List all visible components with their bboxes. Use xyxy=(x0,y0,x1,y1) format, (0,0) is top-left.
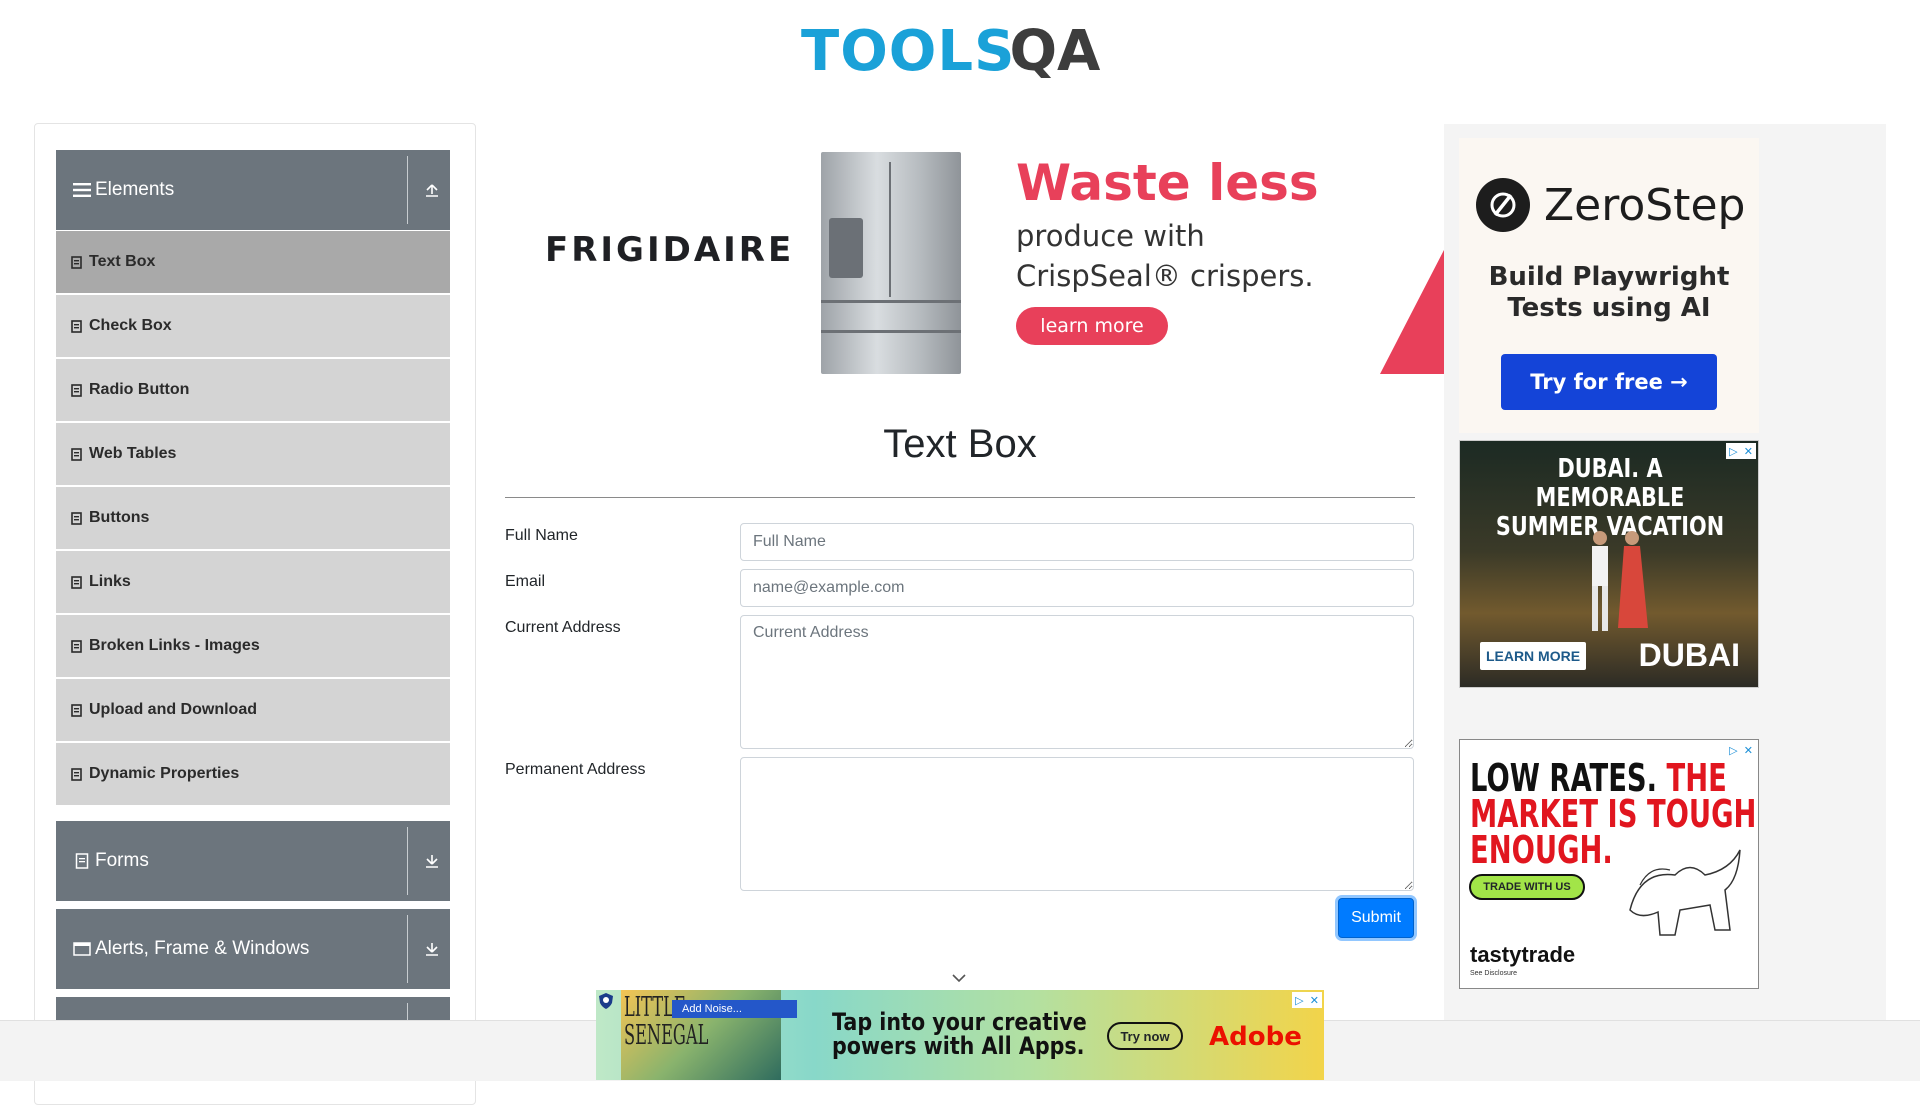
divider xyxy=(407,915,408,983)
menu-item-label: Web Tables xyxy=(89,445,177,462)
dubai-learn-more-button[interactable]: LEARN MORE xyxy=(1480,642,1586,670)
menu-item-buttons[interactable]: Buttons xyxy=(56,487,450,549)
menu-item-label: Buttons xyxy=(89,509,150,526)
list-item-icon xyxy=(71,255,83,269)
trade-with-us-button[interactable]: TRADE WITH US xyxy=(1469,874,1585,900)
logo-text-tools: TOOLS xyxy=(801,19,1016,84)
ad-subtext-line: produce with xyxy=(1016,219,1205,253)
group-label: Forms xyxy=(95,850,149,871)
menu-item-label: Check Box xyxy=(89,317,172,334)
menu-item-web-tables[interactable]: Web Tables xyxy=(56,423,450,485)
menu-item-label: Links xyxy=(89,573,131,590)
zerostep-tagline: Build Playwright Tests using AI xyxy=(1459,262,1759,324)
submit-button[interactable]: Submit xyxy=(1338,898,1414,938)
menu-item-label: Broken Links - Images xyxy=(89,637,260,654)
list-item-icon xyxy=(71,639,83,653)
permanent-address-textarea[interactable] xyxy=(740,757,1414,891)
zerostep-logo-icon xyxy=(1476,178,1530,232)
zerostep-name: ZeroStep xyxy=(1544,179,1746,231)
elements-menu: Text Box Check Box Radio Button Web Tabl… xyxy=(56,231,450,807)
adobe-logo: Adobe xyxy=(1209,1022,1302,1052)
full-name-label: Full Name xyxy=(505,527,578,544)
menu-item-text-box[interactable]: Text Box xyxy=(56,231,450,293)
document-icon xyxy=(73,852,91,870)
tasty-disclosure[interactable]: See Disclosure xyxy=(1470,970,1517,977)
expand-icon[interactable] xyxy=(420,849,444,873)
couple-image xyxy=(1592,531,1648,631)
email-input[interactable] xyxy=(740,569,1414,607)
list-item-icon xyxy=(71,447,83,461)
banner-ad-frigidaire[interactable]: FRIGIDAIRE Waste less produce with Crisp… xyxy=(505,142,1445,374)
ad-dubai[interactable]: ▷ ✕ DUBAI. A MEMORABLE SUMMER VACATION LE… xyxy=(1459,440,1759,688)
ad-zerostep[interactable]: ZeroStep Build Playwright Tests using AI… xyxy=(1459,138,1759,433)
group-label: Elements xyxy=(95,179,175,200)
list-item-icon xyxy=(71,575,83,589)
divider xyxy=(407,156,408,224)
logo-text-qa: QA xyxy=(1009,19,1101,84)
menu-item-broken-links[interactable]: Broken Links - Images xyxy=(56,615,450,677)
adchoices-icon[interactable]: ▷ ✕ xyxy=(1726,443,1756,459)
menu-item-dynamic-properties[interactable]: Dynamic Properties xyxy=(56,743,450,805)
adobe-tagline: Tap into your creative powers with All A… xyxy=(832,1010,1090,1058)
group-label: Alerts, Frame & Windows xyxy=(95,938,310,959)
hamburger-icon xyxy=(73,181,91,199)
title-divider xyxy=(505,497,1415,498)
dubai-logo: DUBAI xyxy=(1638,637,1740,673)
adchoices-icon[interactable]: ▷ ✕ xyxy=(1726,742,1756,758)
current-address-textarea[interactable] xyxy=(740,615,1414,749)
menu-item-radio-button[interactable]: Radio Button xyxy=(56,359,450,421)
group-header-forms[interactable]: Forms xyxy=(56,821,450,901)
menu-item-upload-download[interactable]: Upload and Download xyxy=(56,679,450,741)
adchoices-icon[interactable]: ▷ ✕ xyxy=(1292,992,1322,1008)
email-label: Email xyxy=(505,573,546,590)
menu-item-label: Text Box xyxy=(89,253,156,270)
bull-bear-illustration xyxy=(1629,849,1741,936)
window-icon xyxy=(73,940,91,958)
chevron-down-icon[interactable] xyxy=(950,970,968,986)
zerostep-tagline-line: Tests using AI xyxy=(1507,293,1711,323)
menu-item-links[interactable]: Links xyxy=(56,551,450,613)
zerostep-logo: ZeroStep xyxy=(1476,178,1745,232)
zerostep-tagline-line: Build Playwright xyxy=(1488,262,1730,292)
tastytrade-logo: tastytrade xyxy=(1470,942,1576,967)
toolsqa-logo[interactable]: TOOLS QA xyxy=(801,14,1100,90)
page-title: Text Box xyxy=(883,422,1037,466)
list-item-icon xyxy=(71,383,83,397)
ad-tastytrade[interactable]: ▷ ✕ LOW RATES. THE MARKET IS TOUGH ENOUGH… xyxy=(1459,739,1759,989)
ad-subtext-line: CrispSeal® crispers. xyxy=(1016,259,1314,293)
list-item-icon xyxy=(71,703,83,717)
shield-icon xyxy=(599,993,613,1009)
add-noise-label: Add Noise... xyxy=(672,1000,797,1018)
tasty-headline-line: MARKET IS TOUGH xyxy=(1470,792,1757,836)
ad-brand: FRIGIDAIRE xyxy=(545,230,795,270)
ad-learn-more-button[interactable]: learn more xyxy=(1016,307,1168,345)
ad-subtext: produce with CrispSeal® crispers. xyxy=(1016,216,1314,296)
menu-item-label: Dynamic Properties xyxy=(89,765,240,782)
divider xyxy=(407,827,408,895)
dubai-headline-line: DUBAI. A MEMORABLE xyxy=(1535,454,1685,513)
left-sidebar: Elements Text Box Check Box Radio Button… xyxy=(34,123,476,1105)
group-header-elements[interactable]: Elements xyxy=(56,150,450,230)
ad-adobe[interactable]: LITTLE SENEGAL Add Noise... Tap into you… xyxy=(596,990,1324,1080)
ad-headline: Waste less xyxy=(1016,154,1319,212)
current-address-label: Current Address xyxy=(505,619,621,636)
try-for-free-button[interactable]: Try for free → xyxy=(1501,354,1717,410)
menu-item-label: Radio Button xyxy=(89,381,190,398)
fridge-image xyxy=(821,152,961,374)
artwork-title-line: SENEGAL xyxy=(624,1020,709,1051)
list-item-icon xyxy=(71,767,83,781)
permanent-address-label: Permanent Address xyxy=(505,761,646,778)
full-name-input[interactable] xyxy=(740,523,1414,561)
ad-decoration-triangle xyxy=(1380,248,1445,374)
expand-icon[interactable] xyxy=(420,937,444,961)
adobe-tagline-line: powers with All Apps. xyxy=(832,1032,1085,1060)
menu-item-check-box[interactable]: Check Box xyxy=(56,295,450,357)
adobe-tagline-line: Tap into your creative xyxy=(832,1008,1087,1036)
list-item-icon xyxy=(71,319,83,333)
list-item-icon xyxy=(71,511,83,525)
try-now-button[interactable]: Try now xyxy=(1107,1022,1183,1050)
menu-item-label: Upload and Download xyxy=(89,701,257,718)
group-header-alerts[interactable]: Alerts, Frame & Windows xyxy=(56,909,450,989)
collapse-icon[interactable] xyxy=(420,178,444,202)
